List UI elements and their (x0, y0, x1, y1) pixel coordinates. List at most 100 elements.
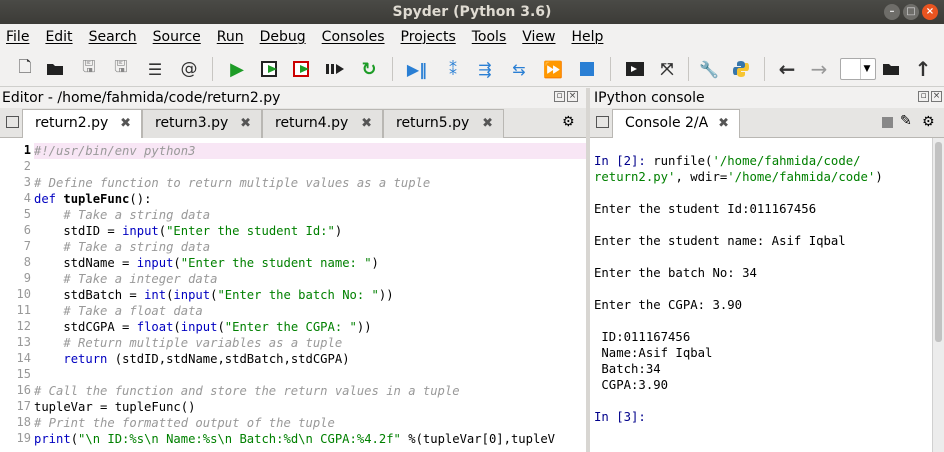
browse-tabs-icon[interactable] (596, 116, 609, 128)
editor-pane-title: Editor - /home/fahmida/code/return2.py (2, 90, 281, 106)
step-into-icon[interactable]: ⇶ (474, 58, 496, 80)
line-number: 5 (23, 207, 31, 221)
step-return-icon[interactable]: ⇆ (508, 58, 530, 80)
menu-projects[interactable]: Projects (401, 29, 456, 45)
run-cell-icon[interactable] (260, 58, 282, 80)
save-all-icon[interactable]: 🖫 (110, 57, 132, 80)
run-selection-icon[interactable] (324, 58, 346, 80)
line-number: 12 (16, 319, 31, 333)
tab-return4[interactable]: return4.py ✖ (262, 109, 383, 138)
debug-icon[interactable]: ▶‖ (406, 58, 428, 80)
code-line: stdID = input("Enter the student Id:") (34, 224, 343, 238)
tab-return3[interactable]: return3.py ✖ (142, 109, 262, 138)
code-editor[interactable]: 1 2 3 4 5 6 7 8 9 10 11 12 13 14 15 16 17 18 19 #!/usr/bin… (0, 138, 586, 452)
close-button[interactable]: × (922, 4, 938, 20)
line-number: 4 (23, 191, 31, 205)
save-icon[interactable]: 🖫 (78, 57, 100, 80)
open-file-icon[interactable] (44, 58, 66, 80)
ipython-console[interactable]: In [2]: runfile('/home/fahmida/code/retu… (590, 138, 932, 452)
line-number: 2 (23, 159, 31, 173)
menu-search[interactable]: Search (89, 29, 137, 45)
console-line: Enter the student Id:011167456 (594, 202, 817, 216)
console-line: Batch:34 (594, 362, 661, 376)
python-path-icon[interactable] (730, 58, 752, 80)
menu-source[interactable]: Source (153, 29, 201, 45)
line-number: 13 (16, 335, 31, 349)
rerun-icon[interactable]: ↻ (358, 58, 380, 80)
close-icon[interactable]: ✖ (718, 110, 729, 137)
browse-tabs-icon[interactable] (6, 116, 19, 128)
close-icon[interactable]: ✖ (361, 110, 372, 137)
menu-file[interactable]: File (6, 29, 29, 45)
console-line: In [3]: (594, 410, 646, 424)
tab-return2[interactable]: return2.py ✖ (22, 109, 142, 139)
maximize-pane-icon[interactable] (624, 58, 646, 80)
close-icon[interactable]: ✖ (120, 110, 131, 137)
code-line: def tupleFunc(): (34, 192, 152, 206)
console-line: Enter the student name: Asif Iqbal (594, 234, 846, 248)
line-number: 15 (16, 367, 31, 381)
menu-view[interactable]: View (522, 29, 555, 45)
line-number: 18 (16, 415, 31, 429)
code-line: # Print the formatted output of the tupl… (34, 416, 335, 430)
tab-return5[interactable]: return5.py ✖ (383, 109, 504, 138)
menu-tools[interactable]: Tools (472, 29, 507, 45)
scrollbar-thumb[interactable] (935, 142, 942, 342)
maximize-button[interactable]: □ (903, 4, 919, 20)
options-gear-icon[interactable]: ⚙ (562, 114, 575, 130)
menu-debug[interactable]: Debug (260, 29, 306, 45)
minimize-button[interactable]: – (884, 4, 900, 20)
code-line: stdName = input("Enter the student name:… (34, 256, 379, 270)
console-tab-bar: Console 2/A ✖ ✎ ⚙ (590, 108, 944, 139)
new-file-icon[interactable]: 🗋 (14, 57, 36, 80)
fullscreen-icon[interactable]: ⤧ (656, 58, 678, 80)
line-number: 17 (16, 399, 31, 413)
line-number: 19 (16, 431, 31, 445)
code-line: # Take a string data (63, 240, 211, 254)
line-number-gutter: 1 2 3 4 5 6 7 8 9 10 11 12 13 14 15 16 17 18 19 (0, 138, 34, 452)
at-icon[interactable]: @ (178, 58, 200, 80)
edit-icon[interactable]: ✎ (900, 113, 912, 129)
line-number: 8 (23, 255, 31, 269)
close-icon[interactable]: ✖ (240, 110, 251, 137)
code-line: # Take a integer data (63, 272, 218, 286)
console-line: ID:011167456 (594, 330, 691, 344)
preferences-icon[interactable]: 🔧 (698, 58, 720, 80)
tab-console-2a[interactable]: Console 2/A ✖ (612, 109, 740, 139)
line-number: 3 (23, 175, 31, 189)
menu-consoles[interactable]: Consoles (322, 29, 385, 45)
undock-icon[interactable]: ▫ (554, 91, 565, 102)
parent-directory-icon[interactable]: ↑ (912, 57, 934, 81)
line-number: 10 (16, 287, 31, 301)
tab-label: return5.py (396, 115, 470, 131)
line-number: 11 (16, 303, 31, 317)
forward-arrow-icon[interactable]: → (808, 57, 830, 81)
step-icon[interactable]: ⁑ (442, 58, 464, 80)
run-cell-advance-icon[interactable] (292, 58, 314, 80)
browse-folder-icon[interactable] (880, 58, 902, 80)
close-icon[interactable]: ✖ (482, 110, 493, 137)
code-line: return (stdID,stdName,stdBatch,stdCGPA) (63, 352, 350, 366)
console-scrollbar[interactable] (932, 138, 944, 452)
console-pane-title: IPython console (594, 90, 705, 106)
working-directory-combo[interactable]: ▼ (840, 58, 876, 80)
window-title: Spyder (Python 3.6) (392, 4, 552, 20)
continue-icon[interactable]: ⏩ (542, 58, 564, 80)
undock-icon[interactable]: ▫ (918, 91, 929, 102)
options-gear-icon[interactable]: ⚙ (922, 114, 935, 130)
menu-bar: File Edit Search Source Run Debug Consol… (0, 24, 944, 49)
console-line: Name:Asif Iqbal (594, 346, 713, 360)
menu-edit[interactable]: Edit (45, 29, 72, 45)
close-pane-icon[interactable]: × (931, 91, 942, 102)
list-icon[interactable]: ☰ (144, 58, 166, 80)
menu-run[interactable]: Run (217, 29, 244, 45)
close-pane-icon[interactable]: × (567, 91, 578, 102)
interrupt-kernel-icon[interactable] (882, 117, 893, 128)
code-line: # Take a string data (63, 208, 211, 222)
back-arrow-icon[interactable]: ← (776, 57, 798, 81)
stop-icon[interactable] (576, 58, 598, 80)
console-line: Enter the CGPA: 3.90 (594, 298, 743, 312)
code-line: # Return multiple variables as a tuple (63, 336, 343, 350)
run-icon[interactable]: ▶ (226, 58, 248, 80)
menu-help[interactable]: Help (571, 29, 603, 45)
